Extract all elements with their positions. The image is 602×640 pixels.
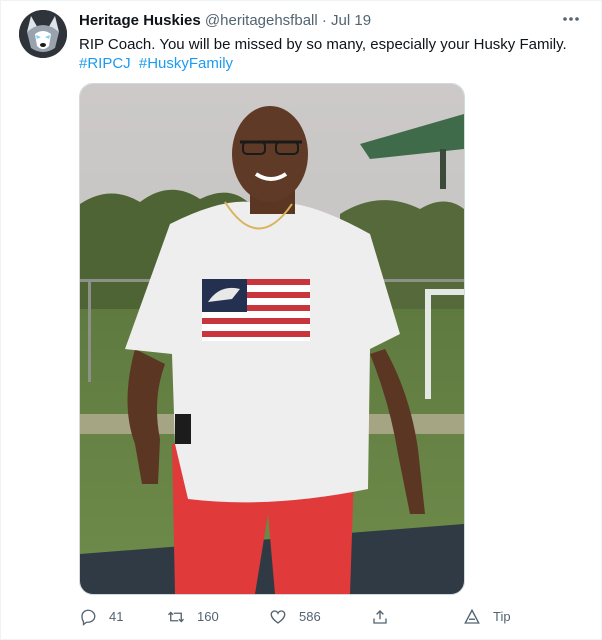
share-button[interactable] [371,605,401,629]
author-handle[interactable]: @heritagehsfball [205,12,318,29]
tweet-body: RIP Coach. You will be missed by so many… [79,36,567,53]
heart-icon [270,610,286,624]
photo-coach [80,84,464,594]
retweet-icon [168,611,184,623]
hashtag-huskyfamily[interactable]: #HuskyFamily [139,55,233,72]
tip-label: Tip [493,609,511,624]
hashtag-list: #RIPCJ #HuskyFamily [79,54,589,73]
hashtag-ripcj[interactable]: #RIPCJ [79,55,131,72]
tweet-card[interactable]: Heritage Huskies @heritagehsfball · Jul … [0,0,602,640]
tweet-header: Heritage Huskies @heritagehsfball · Jul … [79,12,371,30]
separator-dot: · [321,12,327,29]
reply-button[interactable]: 41 [79,605,123,629]
tip-button[interactable]: Tip [463,605,511,629]
reply-icon [81,609,96,626]
tweet-date[interactable]: Jul 19 [331,12,371,29]
like-button[interactable]: 586 [269,605,321,629]
tweet-text: RIP Coach. You will be missed by so many… [79,35,589,73]
retweet-button[interactable]: 160 [167,605,219,629]
tip-icon [464,608,480,624]
more-options-icon[interactable] [559,9,583,29]
retweet-count: 160 [197,609,219,624]
share-icon [373,610,387,624]
like-count: 586 [299,609,321,624]
tweet-photo[interactable] [79,83,465,595]
action-bar: 41 160 586 Tip [79,605,519,629]
author-name[interactable]: Heritage Huskies [79,12,201,29]
reply-count: 41 [109,609,124,624]
avatar[interactable] [19,10,67,58]
husky-logo-icon [19,10,67,58]
